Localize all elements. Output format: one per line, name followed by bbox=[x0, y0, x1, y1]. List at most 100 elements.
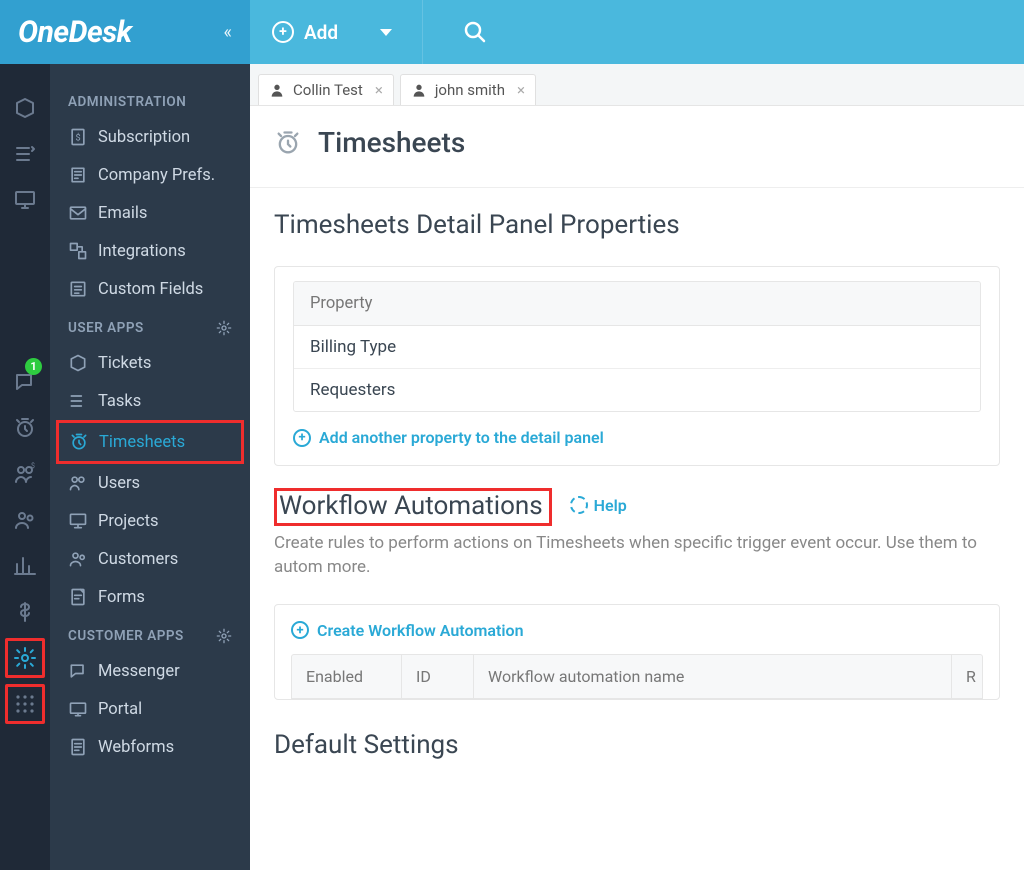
tab-user-2[interactable]: john smith × bbox=[400, 74, 536, 105]
gear-icon[interactable] bbox=[216, 628, 232, 644]
collapse-sidebar-icon[interactable]: « bbox=[224, 22, 232, 43]
sidebar-item-forms[interactable]: Forms bbox=[50, 578, 250, 616]
timesheets-icon bbox=[274, 129, 302, 157]
plus-circle-icon: + bbox=[293, 429, 311, 447]
workflow-heading: Workflow Automations bbox=[274, 488, 552, 526]
sidebar: ADMINISTRATION $ Subscription Company Pr… bbox=[50, 64, 250, 870]
detail-panel-heading: Timesheets Detail Panel Properties bbox=[274, 210, 680, 240]
property-card: Property Billing Type Requesters + Add a… bbox=[274, 266, 1000, 466]
sidebar-item-label: Users bbox=[98, 474, 140, 493]
rail-tasks-icon[interactable] bbox=[5, 134, 45, 174]
sidebar-item-users[interactable]: Users bbox=[50, 464, 250, 502]
sidebar-item-label: Integrations bbox=[98, 242, 186, 261]
sidebar-item-label: Subscription bbox=[98, 128, 190, 147]
rail-finance-icon[interactable] bbox=[5, 592, 45, 632]
sidebar-section-admin-label: ADMINISTRATION bbox=[68, 94, 186, 110]
sidebar-item-portal[interactable]: Portal bbox=[50, 690, 250, 728]
sidebar-item-tickets[interactable]: Tickets bbox=[50, 344, 250, 382]
add-property-label: Add another property to the detail panel bbox=[319, 428, 604, 447]
svg-text:$: $ bbox=[76, 132, 81, 143]
sidebar-item-messenger[interactable]: Messenger bbox=[50, 652, 250, 690]
rail-settings-icon[interactable] bbox=[5, 638, 45, 678]
create-workflow-label: Create Workflow Automation bbox=[317, 621, 524, 640]
page-title: Timesheets bbox=[318, 126, 465, 159]
tab-bar: Collin Test × john smith × bbox=[250, 64, 1024, 106]
rail-analytics-icon[interactable] bbox=[5, 546, 45, 586]
sidebar-item-customers[interactable]: Customers bbox=[50, 540, 250, 578]
property-row[interactable]: Billing Type bbox=[294, 326, 980, 369]
help-link[interactable]: Help bbox=[570, 496, 627, 515]
sidebar-item-subscription[interactable]: $ Subscription bbox=[50, 118, 250, 156]
sidebar-item-label: Timesheets bbox=[99, 433, 185, 452]
close-icon[interactable]: × bbox=[517, 81, 525, 99]
sidebar-item-webforms[interactable]: Webforms bbox=[50, 728, 250, 766]
sidebar-item-custom-fields[interactable]: Custom Fields bbox=[50, 270, 250, 308]
tab-label: john smith bbox=[435, 81, 505, 99]
workflow-card: + Create Workflow Automation Enabled ID … bbox=[274, 604, 1000, 700]
sidebar-item-label: Forms bbox=[98, 588, 145, 607]
search-area[interactable] bbox=[423, 0, 1024, 64]
sidebar-item-label: Company Prefs. bbox=[98, 166, 215, 185]
logo: OneDesk bbox=[18, 15, 132, 50]
icon-rail: 1 $ bbox=[0, 64, 50, 870]
rail-tickets-icon[interactable] bbox=[5, 88, 45, 128]
close-icon[interactable]: × bbox=[375, 81, 383, 99]
default-settings-heading: Default Settings bbox=[274, 730, 459, 760]
sidebar-item-integrations[interactable]: Integrations bbox=[50, 232, 250, 270]
workflow-table-header: Enabled ID Workflow automation name R bbox=[291, 654, 983, 699]
sidebar-item-label: Custom Fields bbox=[98, 280, 203, 299]
person-icon bbox=[411, 82, 427, 98]
tab-user-1[interactable]: Collin Test × bbox=[258, 74, 394, 105]
sidebar-item-label: Customers bbox=[98, 550, 178, 569]
person-icon bbox=[269, 82, 285, 98]
help-label: Help bbox=[594, 496, 627, 515]
create-workflow-button[interactable]: + Create Workflow Automation bbox=[291, 621, 983, 640]
rail-presentation-icon[interactable] bbox=[5, 180, 45, 220]
page-title-row: Timesheets bbox=[250, 106, 1024, 188]
sidebar-section-user-apps-label: USER APPS bbox=[68, 320, 144, 336]
logo-area: OneDesk « bbox=[0, 0, 250, 64]
col-r: R bbox=[952, 655, 982, 698]
sidebar-section-customer-apps: CUSTOMER APPS bbox=[50, 616, 250, 652]
sidebar-item-emails[interactable]: Emails bbox=[50, 194, 250, 232]
sidebar-section-admin: ADMINISTRATION bbox=[50, 82, 250, 118]
plus-icon: + bbox=[272, 21, 294, 43]
col-enabled: Enabled bbox=[292, 655, 402, 698]
property-table: Property Billing Type Requesters bbox=[293, 281, 981, 412]
property-row[interactable]: Requesters bbox=[294, 369, 980, 411]
rail-apps-icon[interactable] bbox=[5, 684, 45, 724]
notification-badge: 1 bbox=[25, 358, 42, 375]
sidebar-item-label: Portal bbox=[98, 700, 142, 719]
sidebar-item-label: Webforms bbox=[98, 738, 174, 757]
sidebar-item-label: Tasks bbox=[98, 392, 141, 411]
rail-users-icon[interactable]: $ bbox=[5, 454, 45, 494]
search-icon bbox=[463, 20, 487, 44]
sidebar-item-company-prefs[interactable]: Company Prefs. bbox=[50, 156, 250, 194]
sidebar-section-user-apps: USER APPS bbox=[50, 308, 250, 344]
gear-icon[interactable] bbox=[216, 320, 232, 336]
add-property-button[interactable]: + Add another property to the detail pan… bbox=[293, 428, 981, 447]
sidebar-section-customer-apps-label: CUSTOMER APPS bbox=[68, 628, 184, 644]
property-table-header: Property bbox=[294, 282, 980, 326]
detail-panel-section: Timesheets Detail Panel Properties bbox=[250, 188, 1024, 250]
help-icon bbox=[570, 496, 588, 514]
plus-circle-icon: + bbox=[291, 621, 309, 639]
sidebar-item-projects[interactable]: Projects bbox=[50, 502, 250, 540]
sidebar-item-label: Emails bbox=[98, 204, 147, 223]
sidebar-item-label: Projects bbox=[98, 512, 159, 531]
sidebar-item-tasks[interactable]: Tasks bbox=[50, 382, 250, 420]
col-name: Workflow automation name bbox=[474, 655, 952, 698]
sidebar-item-timesheets[interactable]: Timesheets bbox=[56, 420, 244, 464]
add-label: Add bbox=[304, 21, 338, 44]
chevron-down-icon bbox=[380, 29, 392, 36]
rail-messenger-icon[interactable]: 1 bbox=[5, 362, 45, 402]
add-button[interactable]: + Add bbox=[250, 0, 423, 64]
rail-customers-icon[interactable] bbox=[5, 500, 45, 540]
col-id: ID bbox=[402, 655, 474, 698]
main-content: Timesheets Timesheets Detail Panel Prope… bbox=[250, 106, 1024, 870]
sidebar-item-label: Messenger bbox=[98, 662, 180, 681]
tab-label: Collin Test bbox=[293, 81, 363, 99]
workflow-section: Workflow Automations Help Create rules t… bbox=[250, 466, 1024, 590]
svg-text:$: $ bbox=[31, 462, 35, 470]
rail-timesheets-icon[interactable] bbox=[5, 408, 45, 448]
